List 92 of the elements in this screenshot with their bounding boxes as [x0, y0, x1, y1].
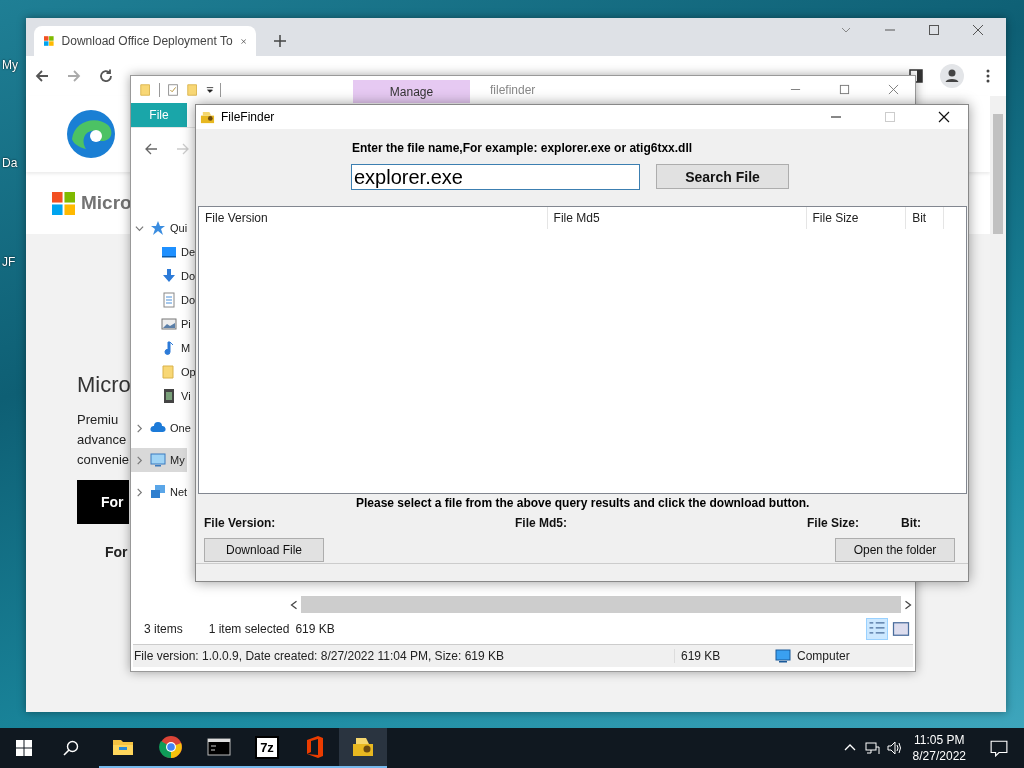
download-icon — [161, 268, 177, 284]
terminal-icon — [207, 735, 231, 759]
large-icons-view-icon[interactable] — [891, 619, 911, 639]
navigation-item[interactable]: Do — [131, 288, 198, 312]
selection-status: 1 item selected — [208, 622, 290, 636]
computer-icon — [150, 452, 166, 468]
dropdown-icon[interactable] — [206, 85, 214, 94]
brand-name: Micro — [81, 192, 132, 214]
desktop-icon-label[interactable]: My — [2, 58, 18, 72]
maximize-icon[interactable] — [928, 23, 940, 36]
navigation-item[interactable]: Pi — [131, 312, 193, 336]
location-label: Computer — [797, 649, 850, 663]
navigation-item[interactable]: Net — [131, 480, 190, 504]
chevron-icon[interactable] — [135, 455, 144, 465]
videos-icon — [161, 388, 177, 404]
column-header[interactable]: File Md5 — [547, 207, 807, 229]
windows-logo-icon — [44, 33, 54, 49]
side-panel-icon[interactable] — [908, 68, 924, 84]
browser-tab[interactable]: Download Office Deployment To — [34, 26, 256, 56]
column-header[interactable]: File Size — [806, 207, 907, 229]
navigation-item[interactable]: De — [131, 240, 198, 264]
field-label: File Version: — [204, 516, 277, 530]
notifications-icon[interactable] — [990, 739, 1008, 757]
column-header[interactable]: File Version — [199, 207, 548, 229]
maximize-icon — [884, 111, 896, 123]
filefinder-taskbar-button[interactable] — [339, 728, 387, 768]
search-button[interactable]: Search File — [656, 164, 789, 189]
navigation-item[interactable]: Vi — [131, 384, 193, 408]
navigation-item[interactable]: My — [131, 448, 187, 472]
navigation-item[interactable]: One — [131, 416, 193, 440]
app-icon — [200, 109, 215, 125]
back-icon[interactable] — [34, 68, 50, 84]
desktop-icon-label[interactable]: JF — [2, 255, 16, 269]
primary-button[interactable]: For — [77, 480, 129, 524]
windows-logo-icon — [52, 191, 75, 215]
scroll-left-icon[interactable] — [289, 599, 299, 610]
file-details: File version: 1.0.0.9, Date created: 8/27/2022 11:04 PM, Size: 619 KB — [133, 649, 505, 663]
body-text: advance — [77, 431, 127, 449]
page-heading: Micro — [77, 372, 131, 398]
clock[interactable]: 11:05 PM 8/27/2022 — [912, 732, 966, 764]
scroll-right-icon[interactable] — [903, 599, 913, 610]
open-folder-button[interactable]: Open the folder — [835, 538, 955, 562]
window-title: filefinder — [490, 82, 536, 97]
body-text: convenie — [77, 451, 130, 469]
search-field[interactable]: explorer.exe — [351, 164, 640, 190]
document-icon — [161, 292, 177, 308]
file-size: 619 KB — [674, 649, 767, 663]
column-header[interactable]: Bit — [906, 207, 944, 229]
field-label: Bit: — [901, 516, 922, 530]
navigation-item[interactable]: Do — [131, 264, 198, 288]
context-tab[interactable]: Manage — [353, 80, 470, 103]
volume-icon[interactable] — [885, 740, 902, 756]
window-title: FileFinder — [221, 110, 275, 124]
field-label: File Md5: — [515, 516, 568, 530]
reload-icon[interactable] — [98, 68, 114, 84]
folder-icon — [161, 364, 177, 380]
desktop-icon — [161, 244, 177, 260]
chevron-icon[interactable] — [135, 223, 144, 233]
item-count: 3 items — [144, 622, 183, 636]
archiver-taskbar-button[interactable]: 7z — [243, 728, 291, 768]
selection-size: 619 KB — [295, 622, 335, 636]
download-button[interactable]: Download File — [204, 538, 324, 562]
search-icon[interactable] — [63, 740, 79, 756]
scrollbar[interactable] — [990, 96, 1006, 712]
navigation-item[interactable]: M — [131, 336, 193, 360]
details-view-icon[interactable] — [867, 619, 887, 639]
desktop-icon-label[interactable]: Da — [2, 156, 18, 170]
app-icon — [351, 735, 375, 759]
close-icon[interactable] — [938, 111, 950, 123]
browser-icon — [159, 735, 183, 759]
network-icon — [150, 484, 166, 500]
maximize-icon[interactable] — [839, 84, 850, 95]
computer-icon — [775, 648, 791, 664]
star-icon — [150, 220, 166, 236]
page-link[interactable]: For — [105, 544, 128, 560]
navigation-item[interactable]: Op — [131, 360, 198, 384]
body-text: Premiu — [77, 411, 119, 429]
prompt-label: Enter the file name,For example: explorer.exe or atig6txx.dll — [352, 141, 694, 155]
instruction-text: Please select a file from the above query results and click the download button. — [356, 496, 811, 510]
navigation-item[interactable]: Qui — [131, 216, 190, 240]
network-icon[interactable] — [863, 740, 880, 756]
new-tab-icon[interactable] — [274, 35, 286, 47]
horizontal-scrollbar[interactable] — [289, 596, 913, 613]
field-label: File Size: — [807, 516, 860, 530]
pictures-icon — [161, 316, 177, 332]
chevron-icon[interactable] — [135, 423, 144, 433]
browser-logo-icon — [66, 109, 116, 159]
profile-icon[interactable] — [940, 64, 964, 88]
chevron-icon[interactable] — [135, 487, 144, 497]
results-list[interactable]: File Version File Md5 File Size Bit — [198, 206, 967, 494]
start-icon[interactable] — [16, 740, 32, 756]
back-icon[interactable] — [143, 141, 159, 157]
